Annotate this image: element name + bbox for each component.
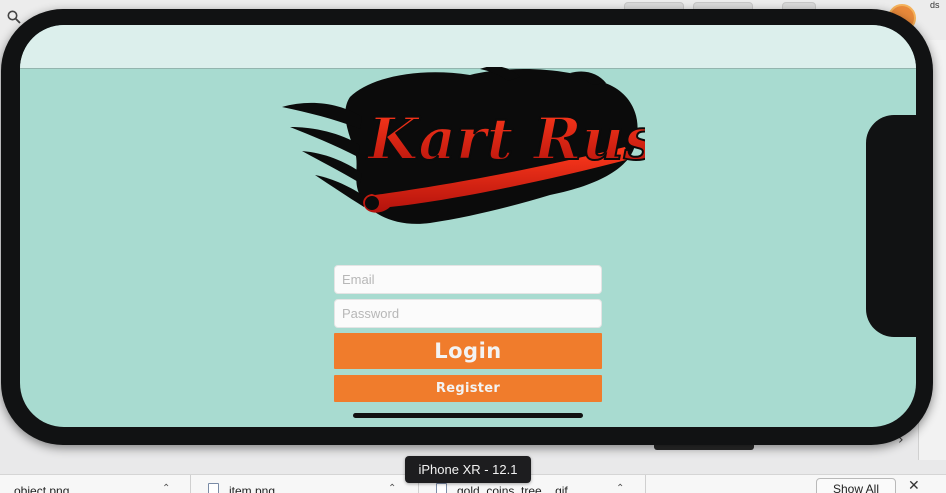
device-name-tooltip: iPhone XR - 12.1 <box>405 456 531 483</box>
chevron-up-icon[interactable]: ⌃ <box>616 483 624 493</box>
home-indicator[interactable] <box>353 413 583 418</box>
download-item[interactable]: item.png ⌃ <box>208 475 408 493</box>
logo-text: Kart Rush <box>366 105 645 173</box>
chevron-up-icon[interactable]: ⌃ <box>162 483 170 493</box>
app-screen: Kart Rush Login Register <box>20 25 916 427</box>
corner-label: ds <box>930 0 940 10</box>
email-field[interactable] <box>334 265 602 294</box>
login-button[interactable]: Login <box>334 333 602 369</box>
iphone-device-frame: Kart Rush Login Register <box>1 9 933 445</box>
chevron-up-icon[interactable]: ⌃ <box>388 483 396 493</box>
close-icon[interactable]: ✕ <box>908 478 920 493</box>
download-filename: ...object.png <box>4 484 70 493</box>
download-filename: item.png <box>229 484 276 493</box>
divider <box>645 475 646 493</box>
status-bar <box>20 25 916 69</box>
file-icon <box>208 483 219 493</box>
download-filename: gold_coins_tree....gif <box>457 484 568 493</box>
device-notch <box>866 115 920 337</box>
search-icon[interactable] <box>7 10 21 24</box>
show-all-button[interactable]: Show All <box>816 478 896 493</box>
download-item[interactable]: ...object.png ⌃ <box>0 475 180 493</box>
password-field[interactable] <box>334 299 602 328</box>
divider <box>190 475 191 493</box>
kart-rush-logo: Kart Rush <box>282 67 645 224</box>
file-icon <box>436 483 447 493</box>
register-button[interactable]: Register <box>334 375 602 402</box>
